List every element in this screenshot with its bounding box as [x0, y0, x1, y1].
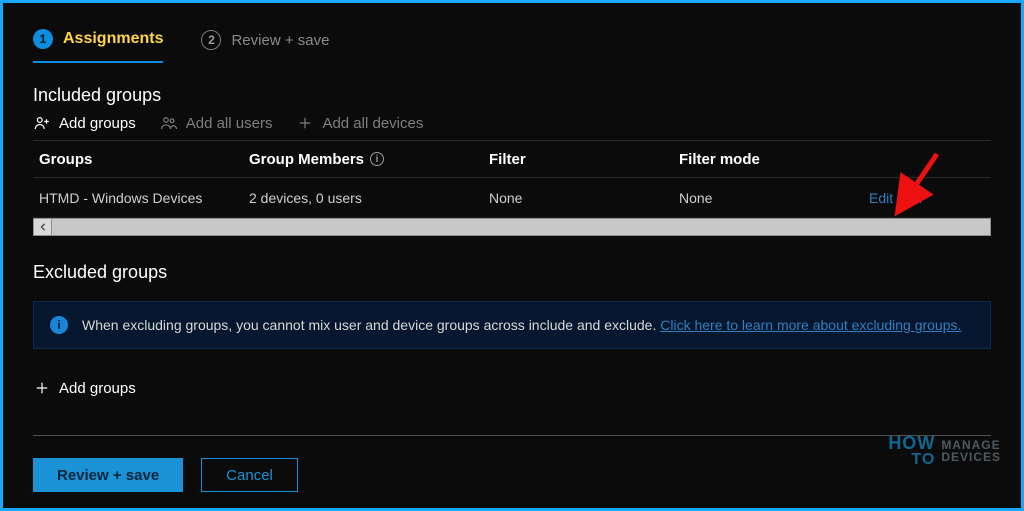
cell-filter: None	[489, 190, 679, 206]
cell-group-name: HTMD - Windows Devices	[39, 190, 249, 206]
step-2-label: Review + save	[231, 32, 329, 49]
cancel-button[interactable]: Cancel	[201, 458, 298, 492]
included-groups-table: Groups Group Members i Filter Filter mod…	[33, 140, 991, 236]
excluded-groups-title: Excluded groups	[33, 262, 991, 283]
edit-filter-link[interactable]: Edit filter	[869, 190, 985, 206]
col-groups: Groups	[39, 151, 249, 168]
info-icon[interactable]: i	[370, 152, 384, 166]
col-filter: Filter	[489, 151, 679, 168]
excluded-info-body: When excluding groups, you cannot mix us…	[82, 317, 660, 333]
watermark-manage: MANAGE	[941, 439, 1001, 451]
add-all-users-label: Add all users	[186, 115, 273, 132]
col-group-members-label: Group Members	[249, 151, 364, 168]
step-2-badge: 2	[201, 30, 221, 50]
cell-group-members: 2 devices, 0 users	[249, 190, 489, 206]
table-header: Groups Group Members i Filter Filter mod…	[33, 140, 991, 178]
col-group-members: Group Members i	[249, 151, 489, 168]
add-all-users-button[interactable]: Add all users	[160, 114, 273, 132]
excluded-learn-more-link[interactable]: Click here to learn more about excluding…	[660, 317, 961, 333]
add-all-devices-label: Add all devices	[322, 115, 423, 132]
person-add-icon	[33, 114, 51, 132]
info-icon: i	[50, 316, 68, 334]
excluded-info-text: When excluding groups, you cannot mix us…	[82, 317, 961, 333]
footer-divider	[33, 435, 991, 436]
watermark-to: TO	[888, 452, 935, 468]
footer-buttons: Review + save Cancel	[33, 458, 298, 492]
watermark-devices: DEVICES	[941, 451, 1001, 463]
plus-icon	[33, 379, 51, 397]
col-filter-mode: Filter mode	[679, 151, 869, 168]
included-groups-title: Included groups	[33, 85, 991, 106]
excluded-add-groups-label: Add groups	[59, 380, 136, 397]
step-1-badge: 1	[33, 29, 53, 49]
table-row: HTMD - Windows Devices 2 devices, 0 user…	[33, 178, 991, 218]
included-actions-bar: Add groups Add all users Add all devices	[33, 114, 991, 132]
review-save-button[interactable]: Review + save	[33, 458, 183, 492]
scroll-left-icon[interactable]	[34, 219, 52, 235]
excluded-info-banner: i When excluding groups, you cannot mix …	[33, 301, 991, 349]
add-groups-label: Add groups	[59, 115, 136, 132]
step-1-label: Assignments	[63, 30, 163, 48]
step-assignments[interactable]: 1 Assignments	[33, 17, 163, 63]
add-all-devices-button[interactable]: Add all devices	[296, 114, 423, 132]
people-icon	[160, 114, 178, 132]
watermark-logo: HOW TO MANAGE DEVICES	[888, 434, 1001, 468]
cell-filter-mode: None	[679, 190, 869, 206]
horizontal-scrollbar[interactable]	[33, 218, 991, 236]
plus-icon	[296, 114, 314, 132]
step-review-save[interactable]: 2 Review + save	[201, 17, 329, 63]
add-groups-button[interactable]: Add groups	[33, 114, 136, 132]
watermark-how: HOW	[888, 434, 935, 452]
wizard-steps: 1 Assignments 2 Review + save	[33, 17, 991, 63]
excluded-add-groups-button[interactable]: Add groups	[33, 379, 136, 397]
excluded-actions-bar: Add groups	[33, 379, 991, 397]
